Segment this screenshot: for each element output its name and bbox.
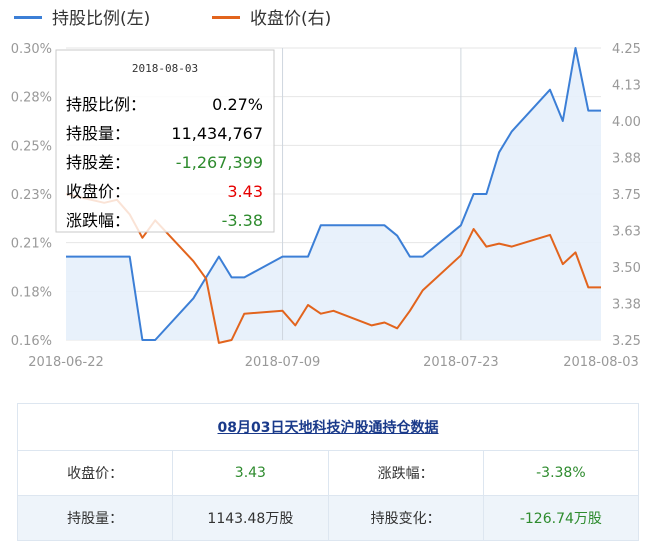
y-axis-right: 4.25 4.13 4.00 3.88 3.75 3.63 3.50 3.38 3.25 <box>612 42 641 349</box>
tooltip-row-label: 持股差： <box>66 153 130 172</box>
holding-summary-table: 08月03日天地科技沪股通持仓数据 收盘价： 3.43 涨跌幅： -3.38% … <box>16 403 640 541</box>
tooltip-row-value: -3.38 <box>222 211 263 230</box>
x-tick-label: 2018-08-03 <box>563 355 639 370</box>
y-right-tick-label: 3.38 <box>612 298 641 313</box>
legend-label-holding: 持股比例(左) <box>52 9 150 29</box>
x-tick-label: 2018-07-23 <box>423 355 499 370</box>
y-right-tick-label: 3.25 <box>612 334 641 349</box>
x-axis: 2018-06-22 2018-07-09 2018-07-23 2018-08-03 <box>28 355 639 370</box>
y-axis-left: 0.30% 0.28% 0.25% 0.23% 0.21% 0.18% 0.16% <box>11 42 52 349</box>
summary-title-link[interactable]: 08月03日天地科技沪股通持仓数据 <box>218 420 439 436</box>
y-left-tick-label: 0.16% <box>11 334 52 349</box>
tooltip-row-value: 3.43 <box>227 182 263 201</box>
tooltip-row-value: 11,434,767 <box>171 124 263 143</box>
y-left-tick-label: 0.25% <box>11 139 52 154</box>
holding-change-value: -126.74万股 <box>482 495 640 541</box>
tooltip-row-value: -1,267,399 <box>176 153 263 172</box>
tooltip-row-label: 持股比例： <box>66 95 146 114</box>
change-label: 涨跌幅： <box>327 450 484 496</box>
y-right-tick-label: 4.25 <box>612 42 641 57</box>
close-price-label: 收盘价： <box>16 450 174 496</box>
legend-label-price: 收盘价(右) <box>250 9 331 29</box>
change-value: -3.38% <box>482 450 640 496</box>
y-left-tick-label: 0.28% <box>11 91 52 106</box>
legend-swatch-price <box>212 16 240 19</box>
y-right-tick-label: 3.88 <box>612 152 641 167</box>
y-left-tick-label: 0.18% <box>11 285 52 300</box>
holding-price-chart: 持股比例(左) 收盘价(右) 0.30% 0.28% 0.25% 0.23% 0.21%… <box>11 9 641 370</box>
y-right-tick-label: 3.50 <box>612 261 641 276</box>
y-right-tick-label: 4.13 <box>612 79 641 94</box>
y-right-tick-label: 4.00 <box>612 115 641 130</box>
holding-label: 持股量： <box>16 495 174 541</box>
y-left-tick-label: 0.21% <box>11 237 52 252</box>
x-tick-label: 2018-07-09 <box>245 355 321 370</box>
tooltip: 2018-08-03 持股比例： 0.27% 持股量： 11,434,767 持股差： -… <box>55 49 275 233</box>
legend-swatch-holding <box>14 16 42 19</box>
y-right-tick-label: 3.75 <box>612 188 641 203</box>
x-tick-label: 2018-06-22 <box>28 355 104 370</box>
tooltip-row-label: 收盘价： <box>66 182 130 201</box>
tooltip-row-value: 0.27% <box>212 95 263 114</box>
summary-title-cell: 08月03日天地科技沪股通持仓数据 <box>17 403 639 451</box>
tooltip-row-label: 持股量： <box>66 124 130 143</box>
close-price-value: 3.43 <box>172 450 329 496</box>
holding-change-label: 持股变化： <box>327 495 484 541</box>
y-left-tick-label: 0.23% <box>11 188 52 203</box>
holding-value: 1143.48万股 <box>172 495 329 541</box>
legend: 持股比例(左) 收盘价(右) <box>14 9 331 29</box>
y-right-tick-label: 3.63 <box>612 225 641 240</box>
tooltip-row-label: 涨跌幅： <box>66 211 130 230</box>
y-left-tick-label: 0.30% <box>11 42 52 57</box>
tooltip-date: 2018-08-03 <box>132 62 198 75</box>
